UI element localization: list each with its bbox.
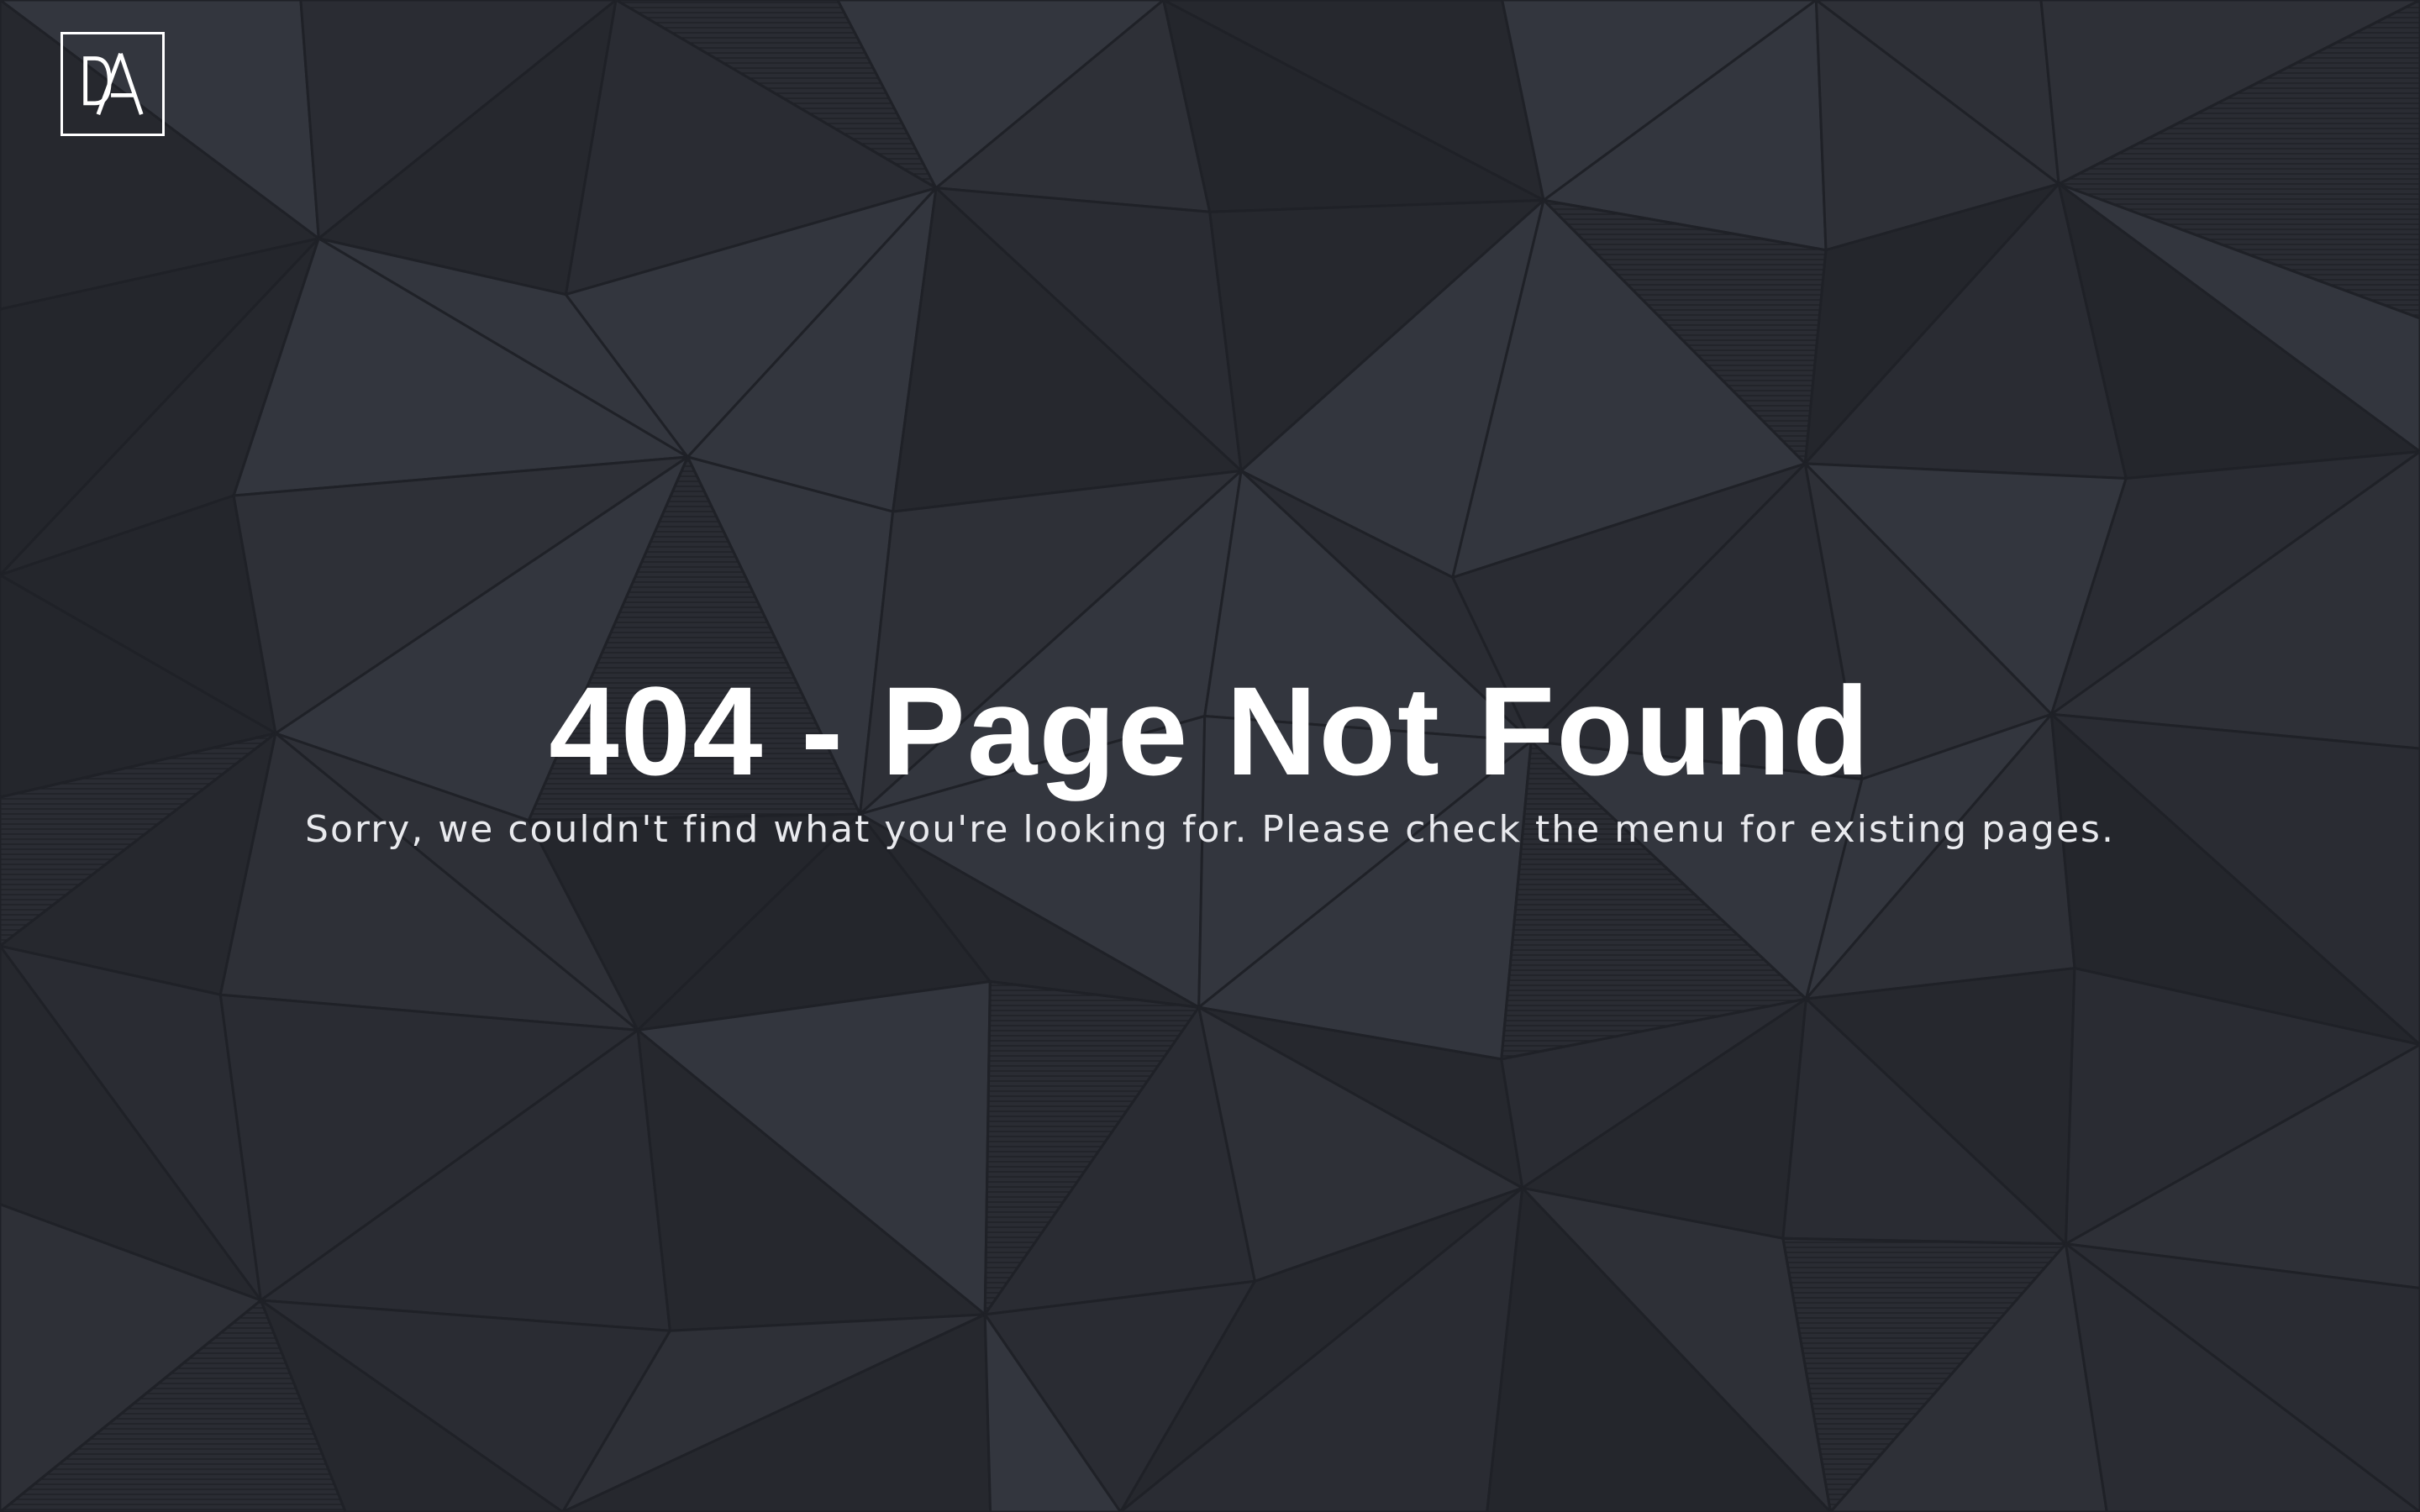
error-message: Sorry, we couldn't find what you're look… xyxy=(305,808,2115,851)
logo-link[interactable] xyxy=(60,32,165,136)
error-content: 404 - Page Not Found Sorry, we couldn't … xyxy=(0,664,2420,855)
da-monogram-icon xyxy=(83,53,144,115)
error-title: 404 - Page Not Found xyxy=(549,660,1871,801)
